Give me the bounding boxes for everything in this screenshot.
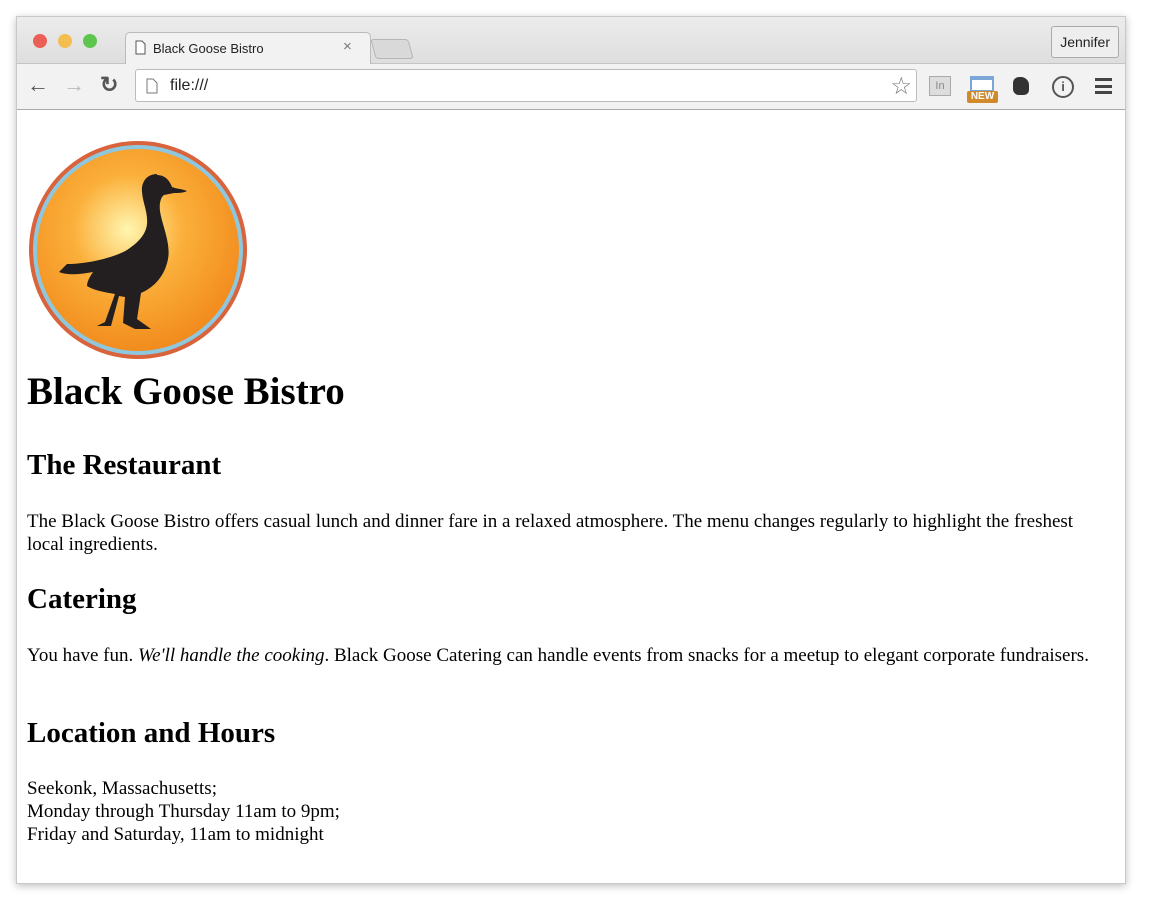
menu-icon[interactable] bbox=[1095, 78, 1112, 94]
back-icon[interactable]: ← bbox=[27, 72, 49, 98]
reload-icon[interactable]: ↻ bbox=[100, 72, 118, 98]
page-title: Black Goose Bistro bbox=[27, 370, 345, 413]
section-heading: Location and Hours bbox=[27, 717, 276, 749]
section-text: The Black Goose Bistro offers casual lun… bbox=[27, 511, 1074, 555]
new-badge-label: NEW bbox=[967, 91, 998, 103]
forward-icon[interactable]: → bbox=[63, 72, 85, 98]
close-window-button[interactable] bbox=[33, 34, 47, 48]
page-content: Black Goose Bistro The Restaurant The Bl… bbox=[17, 111, 1125, 883]
section-heading: Catering bbox=[27, 583, 137, 615]
evernote-icon[interactable] bbox=[1013, 77, 1029, 95]
hours-text: Seekonk, Massachusetts; Monday through Th… bbox=[27, 777, 1107, 846]
toolbar: ← → ↻ file:/// ☆ In NEW i bbox=[17, 64, 1125, 110]
bookmark-star-icon[interactable]: ☆ bbox=[890, 72, 912, 101]
section-text: You have fun. We'll handle the cooking. … bbox=[27, 644, 1107, 667]
file-icon bbox=[146, 78, 158, 94]
black-goose-logo bbox=[29, 141, 247, 359]
title-bar: Black Goose Bistro × Jennifer bbox=[17, 17, 1125, 65]
url-text[interactable]: file:/// bbox=[170, 77, 208, 95]
minimize-window-button[interactable] bbox=[58, 34, 72, 48]
profile-button[interactable]: Jennifer bbox=[1051, 26, 1119, 58]
address-bar[interactable]: file:/// ☆ bbox=[135, 69, 917, 102]
in-icon[interactable]: In bbox=[929, 76, 951, 96]
tab-close-icon[interactable]: × bbox=[343, 38, 352, 55]
browser-window: Black Goose Bistro × Jennifer ← → ↻ file… bbox=[16, 16, 1126, 884]
new-tab-button[interactable] bbox=[370, 39, 414, 59]
tab-title: Black Goose Bistro bbox=[153, 41, 264, 56]
page-icon bbox=[135, 40, 146, 55]
text: You have fun. bbox=[27, 645, 139, 666]
section-heading: The Restaurant bbox=[27, 449, 222, 481]
text: . Black Goose Catering can handle events… bbox=[324, 645, 1089, 666]
location-line: Seekonk, Massachusetts; bbox=[27, 778, 217, 799]
emphasis-text: We'll handle the cooking bbox=[138, 645, 325, 666]
hours-line: Monday through Thursday 11am to 9pm; bbox=[27, 801, 340, 822]
maximize-window-button[interactable] bbox=[83, 34, 97, 48]
hours-line: Friday and Saturday, 11am to midnight bbox=[27, 824, 324, 845]
new-badge-icon[interactable]: NEW bbox=[967, 74, 998, 104]
info-icon[interactable]: i bbox=[1052, 76, 1074, 98]
